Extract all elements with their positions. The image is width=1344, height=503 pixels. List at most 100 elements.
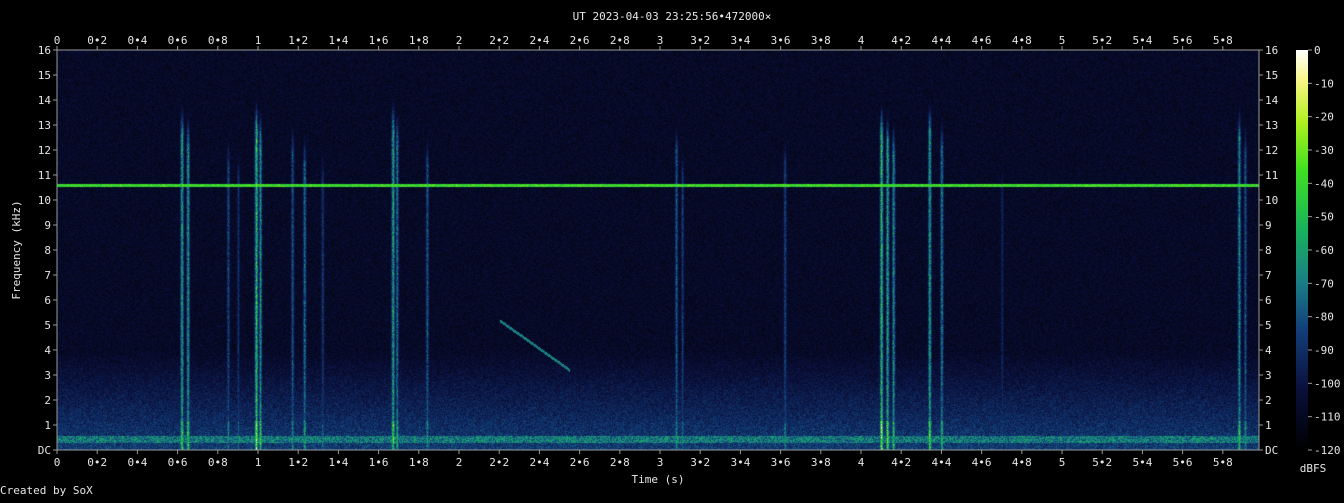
x-tick-label-top: 1 xyxy=(255,34,262,47)
x-tick-label: 3•6 xyxy=(771,456,791,469)
x-axis-label: Time (s) xyxy=(632,473,685,486)
x-tick-label-top: 3 xyxy=(657,34,664,47)
x-tick-label-top: 0•8 xyxy=(208,34,228,47)
spectrogram-svg: UT 2023-04-03 23:25:56•472000× 0 0 0•2 0•2 0… xyxy=(0,10,1341,497)
x-tick-label-top: 1•2 xyxy=(288,34,308,47)
y-tick-label: 10 xyxy=(38,194,51,207)
y-tick-label-right: 6 xyxy=(1265,294,1272,307)
y-tick-label: 3 xyxy=(44,369,51,382)
spectrogram-heatmap xyxy=(57,50,1259,450)
x-tick-label: 4•2 xyxy=(891,456,911,469)
x-tick-label: 1•2 xyxy=(288,456,308,469)
colorbar-tick-label: 0 xyxy=(1314,44,1321,57)
y-tick-label: 4 xyxy=(44,344,51,357)
x-tick-label: 0•8 xyxy=(208,456,228,469)
y-tick-label: 8 xyxy=(44,244,51,257)
y-tick-label: 13 xyxy=(38,119,51,132)
x-tick-label: 1•6 xyxy=(369,456,389,469)
y-tick-label-right: 3 xyxy=(1265,369,1272,382)
x-tick-label: 4 xyxy=(858,456,865,469)
y-axis-label: Frequency (kHz) xyxy=(10,200,23,299)
colorbar-tick-label: -60 xyxy=(1314,244,1334,257)
colorbar-tick-label: -110 xyxy=(1314,411,1341,424)
y-tick-label: 7 xyxy=(44,269,51,282)
x-tick-label: 4•8 xyxy=(1012,456,1032,469)
low-band-mark xyxy=(57,435,1259,443)
y-tick-label: 16 xyxy=(38,44,51,57)
x-tick-label-top: 0•6 xyxy=(168,34,188,47)
y-tick-label-right: 16 xyxy=(1265,44,1278,57)
y-tick-label: 5 xyxy=(44,319,51,332)
x-tick-label: 0•6 xyxy=(168,456,188,469)
colorbar-ticks: 0 -10 -20 -30 -40 -50 -60 -70 -80 -90 -100 -110 -120 xyxy=(1308,44,1341,457)
x-tick-label-top: 4•8 xyxy=(1012,34,1032,47)
x-tick-label-top: 3•6 xyxy=(771,34,791,47)
colorbar-label: dBFS xyxy=(1300,462,1327,475)
x-tick-label: 3•4 xyxy=(730,456,750,469)
y-tick-label-right: 12 xyxy=(1265,144,1278,157)
x-tick-label: 5•8 xyxy=(1213,456,1233,469)
y-tick-label-right: 10 xyxy=(1265,194,1278,207)
colorbar-tick-label: -40 xyxy=(1314,177,1334,190)
colorbar-tick-label: -100 xyxy=(1314,377,1341,390)
colorbar-tick-label: -90 xyxy=(1314,344,1334,357)
chart-title: UT 2023-04-03 23:25:56•472000× xyxy=(573,10,772,23)
colorbar xyxy=(1296,50,1308,450)
x-tick-label: 3•8 xyxy=(811,456,831,469)
y-tick-label: 9 xyxy=(44,219,51,232)
y-tick-label-right: 5 xyxy=(1265,319,1272,332)
x-tick-label-top: 4•4 xyxy=(931,34,951,47)
x-tick-label-top: 1•8 xyxy=(409,34,429,47)
y-tick-label: 2 xyxy=(44,394,51,407)
x-tick-label-top: 0•4 xyxy=(127,34,147,47)
x-tick-label: 4•4 xyxy=(931,456,951,469)
y-tick-label: 11 xyxy=(38,169,51,182)
x-tick-label: 2 xyxy=(456,456,463,469)
x-tick-label-top: 2•4 xyxy=(529,34,549,47)
colorbar-tick-label: -80 xyxy=(1314,311,1334,324)
x-tick-label-top: 3•2 xyxy=(690,34,710,47)
colorbar-tick-label: -120 xyxy=(1314,444,1341,457)
x-tick-label-top: 2•8 xyxy=(610,34,630,47)
x-tick-label-top: 0•2 xyxy=(87,34,107,47)
x-tick-label: 1•4 xyxy=(328,456,348,469)
x-tick-label: 5 xyxy=(1059,456,1066,469)
y-tick-label-right: 1 xyxy=(1265,419,1272,432)
colorbar-tick-label: -50 xyxy=(1314,211,1334,224)
colorbar-tick-label: -20 xyxy=(1314,111,1334,124)
colorbar-tick-label: -70 xyxy=(1314,277,1334,290)
x-tick-label-top: 1•4 xyxy=(328,34,348,47)
y-tick-label-right: 2 xyxy=(1265,394,1272,407)
x-tick-label-top: 4 xyxy=(858,34,865,47)
y-tick-label: 14 xyxy=(38,94,52,107)
x-tick-label-top: 5 xyxy=(1059,34,1066,47)
x-tick-label-top: 5•4 xyxy=(1132,34,1152,47)
x-tick-label-top: 4•2 xyxy=(891,34,911,47)
spectrogram-figure: UT 2023-04-03 23:25:56•472000× 0 0 0•2 0•2 0… xyxy=(0,0,1344,498)
y-tick-label-right: 9 xyxy=(1265,219,1272,232)
x-tick-label: 1•8 xyxy=(409,456,429,469)
x-tick-label-top: 1•6 xyxy=(369,34,389,47)
x-tick-label: 0 xyxy=(54,456,61,469)
x-tick-label: 5•4 xyxy=(1132,456,1152,469)
colorbar-tick-label: -30 xyxy=(1314,144,1334,157)
y-tick-label: 12 xyxy=(38,144,51,157)
x-tick-label-top: 3•8 xyxy=(811,34,831,47)
x-tick-label: 3 xyxy=(657,456,664,469)
x-tick-label-top: 5•2 xyxy=(1092,34,1112,47)
x-tick-label: 4•6 xyxy=(972,456,992,469)
x-tick-label: 2•4 xyxy=(529,456,549,469)
spectrogram-area xyxy=(57,50,1259,450)
x-tick-label: 0•2 xyxy=(87,456,107,469)
x-tick-label-top: 0 xyxy=(54,34,61,47)
footer-credit: Created by SoX xyxy=(0,484,93,497)
x-tick-label: 3•2 xyxy=(690,456,710,469)
x-tick-label: 5•2 xyxy=(1092,456,1112,469)
y-tick-label: 15 xyxy=(38,69,51,82)
x-tick-label-top: 2 xyxy=(456,34,463,47)
x-tick-label-top: 2•2 xyxy=(489,34,509,47)
x-tick-label: 1 xyxy=(255,456,262,469)
y-tick-label: 6 xyxy=(44,294,51,307)
colorbar-tick-label: -10 xyxy=(1314,77,1334,90)
x-tick-label-top: 5•8 xyxy=(1213,34,1233,47)
